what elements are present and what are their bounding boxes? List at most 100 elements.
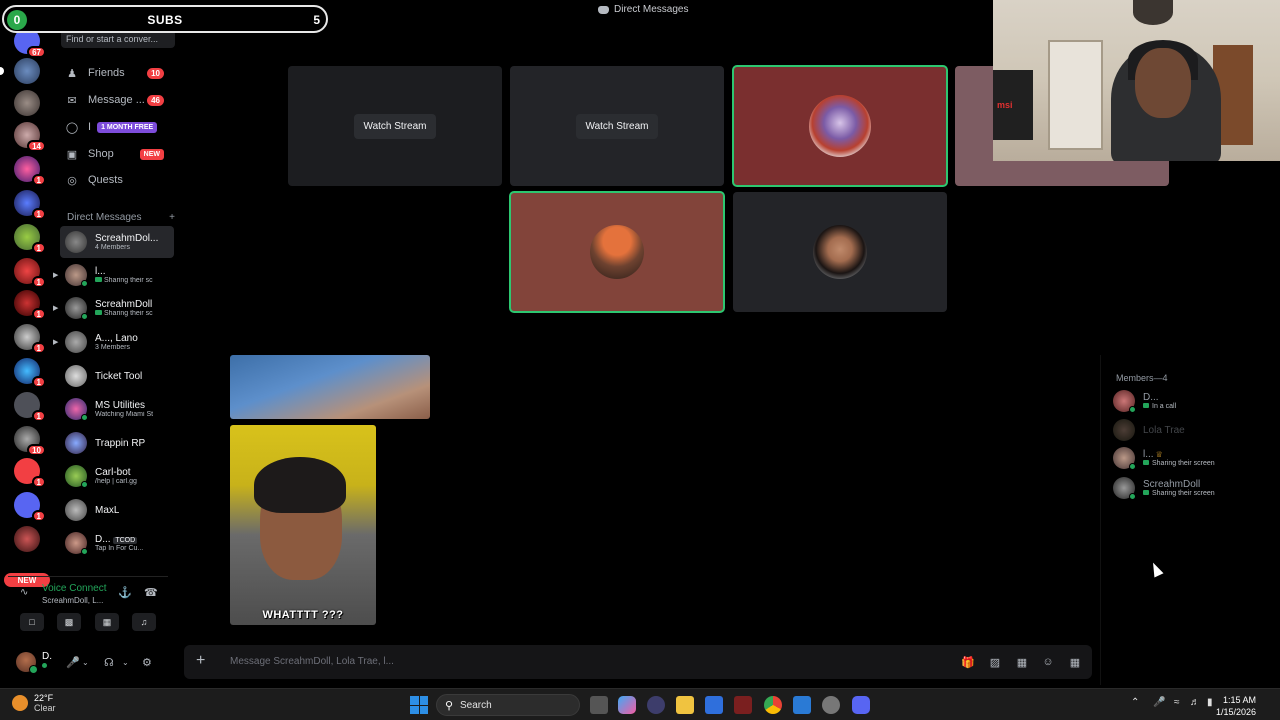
disconnect-icon[interactable]: ☎ xyxy=(144,586,158,599)
activities-button[interactable]: ▦ xyxy=(95,613,119,631)
avatar xyxy=(590,225,644,279)
participant-tile[interactable] xyxy=(732,65,948,187)
member-item[interactable]: ScreahmDoll Sharing their screen xyxy=(1113,475,1273,501)
server-icon[interactable]: 1 xyxy=(14,190,46,220)
voice-channel[interactable]: ScreahmDoll, L... xyxy=(42,596,103,605)
app-icon[interactable] xyxy=(647,696,665,714)
add-attachment-icon[interactable]: + xyxy=(196,653,205,669)
chevron-down-icon[interactable]: ⌄ xyxy=(82,658,89,667)
dm-item[interactable]: Carl-bot/help | carl.gg xyxy=(60,460,174,492)
server-icon[interactable]: 1 xyxy=(14,492,46,522)
server-badge: 1 xyxy=(31,208,46,220)
chevron-down-icon[interactable]: ⌄ xyxy=(122,658,129,667)
server-icon[interactable]: 1 xyxy=(14,156,46,186)
dm-item[interactable]: MS Utilities Watching Miami St xyxy=(60,393,174,425)
weather-widget[interactable]: 22°F Clear xyxy=(12,693,56,713)
nav-message-requests[interactable]: ✉ Message ... 46 xyxy=(60,88,174,112)
nav-nitro[interactable]: ◯ I 1 MONTH FREE xyxy=(60,115,174,139)
server-icon[interactable]: 1 xyxy=(14,258,46,288)
clock-date: 1/15/2026 xyxy=(1215,707,1256,717)
add-dm-button[interactable]: + xyxy=(169,212,175,223)
count-badge: 46 xyxy=(147,94,164,106)
battery-icon[interactable]: ▮ xyxy=(1207,697,1213,708)
server-icon[interactable]: 1 xyxy=(14,458,46,488)
nav-friends[interactable]: ♟ Friends 10 xyxy=(60,61,174,85)
stream-tile[interactable]: Watch Stream xyxy=(510,66,724,186)
headphones-icon[interactable]: ☊ xyxy=(104,656,114,669)
noise-suppression-icon[interactable]: ⚓ xyxy=(118,586,132,599)
nav-shop[interactable]: ▣ Shop NEW xyxy=(60,142,174,166)
dm-item[interactable]: ScreahmDol... 4 Members xyxy=(60,226,174,258)
copilot-icon[interactable] xyxy=(618,696,636,714)
gear-icon[interactable]: ⚙ xyxy=(142,656,152,669)
attachment-gif[interactable]: WHATTTT ??? xyxy=(230,425,376,625)
taskbar-search[interactable]: ⚲ Search xyxy=(436,694,580,716)
chandelier xyxy=(1133,0,1173,25)
store-icon[interactable] xyxy=(705,696,723,714)
watch-stream-button[interactable]: Watch Stream xyxy=(353,113,437,139)
server-icon[interactable]: 1 xyxy=(14,290,46,320)
avatar xyxy=(65,499,87,521)
member-name: Lola Trae xyxy=(1143,424,1185,436)
nav-quests[interactable]: ◎ Quests xyxy=(60,168,174,192)
avatar xyxy=(1113,447,1136,470)
participant-tile[interactable] xyxy=(509,191,725,313)
crown-icon: ♕ xyxy=(1155,450,1163,459)
dm-item[interactable]: Ticket Tool xyxy=(60,360,174,392)
apps-icon[interactable]: ▦ xyxy=(1067,654,1083,670)
server-icon[interactable]: 10 xyxy=(14,426,46,456)
server-icon[interactable]: 1 xyxy=(14,324,46,354)
dm-item[interactable]: D... TCOD Tap In For Cu... xyxy=(60,527,174,559)
chevron-up-icon[interactable]: ⌃ xyxy=(1131,697,1139,708)
windows-start-icon[interactable] xyxy=(410,696,428,714)
task-view-icon[interactable] xyxy=(590,696,608,714)
member-item[interactable]: D... In a call xyxy=(1113,388,1273,414)
dm-header: Direct Messages + xyxy=(67,212,175,223)
dm-item[interactable]: ▶ A..., Lano 3 Members xyxy=(53,326,174,358)
server-icon[interactable]: 1 xyxy=(14,392,46,422)
emoji-icon[interactable]: ☺ xyxy=(1040,654,1056,670)
dm-item[interactable]: Trappin RP xyxy=(60,427,174,459)
camera-button[interactable]: □ xyxy=(20,613,44,631)
settings-app-icon[interactable] xyxy=(822,696,840,714)
mic-tray-icon[interactable]: 🎤 xyxy=(1153,697,1165,708)
server-icon[interactable] xyxy=(14,526,40,552)
clock[interactable]: 1:15 AM 1/15/2026 xyxy=(1216,694,1256,718)
message-input[interactable]: Message ScreahmDoll, Lola Trae, l... xyxy=(230,656,394,667)
server-icon[interactable] xyxy=(14,90,40,116)
avatar xyxy=(65,297,88,320)
member-item[interactable]: l... ♕ Sharing their screen xyxy=(1113,445,1273,471)
msi-app-icon[interactable] xyxy=(734,696,752,714)
watch-stream-button[interactable]: Watch Stream xyxy=(575,113,659,139)
gift-icon[interactable]: 🎁 xyxy=(960,654,976,670)
attachment-image[interactable] xyxy=(230,355,430,419)
avatar[interactable] xyxy=(16,652,38,674)
sticker-icon[interactable]: ▦ xyxy=(1014,654,1030,670)
participant-tile[interactable] xyxy=(733,192,947,312)
chrome-icon[interactable] xyxy=(764,696,782,714)
moon-icon xyxy=(12,695,28,711)
dm-item[interactable]: ▶ l... Sharing their sc xyxy=(53,259,174,291)
discord-taskbar-icon[interactable] xyxy=(852,696,870,714)
server-icon[interactable]: 14 xyxy=(14,122,46,152)
mic-icon[interactable]: 🎤 xyxy=(66,656,80,669)
server-icon[interactable]: 1 xyxy=(14,224,46,254)
outlook-icon[interactable] xyxy=(793,696,811,714)
dm-item[interactable]: MaxL xyxy=(60,494,174,526)
file-explorer-icon[interactable] xyxy=(676,696,694,714)
voice-indicator-icon: ▶ xyxy=(53,305,59,312)
discord-icon xyxy=(598,5,609,14)
gif-icon[interactable]: ▨ xyxy=(987,654,1003,670)
volume-icon[interactable]: ♬ xyxy=(1190,697,1200,708)
wifi-icon[interactable]: ≈ xyxy=(1174,697,1180,708)
message-composer[interactable]: + Message ScreahmDoll, Lola Trae, l... 🎁… xyxy=(184,645,1092,679)
member-item[interactable]: Lola Trae xyxy=(1113,417,1273,443)
server-icon[interactable]: 1 xyxy=(14,358,46,388)
screen-share-icon xyxy=(95,310,102,315)
soundboard-button[interactable]: ♫ xyxy=(132,613,156,631)
screen-share-button[interactable]: ▩ xyxy=(57,613,81,631)
stream-tile[interactable]: Watch Stream xyxy=(288,66,502,186)
user-panel: D. 🎤 ⌄ ☊ ⌄ ⚙ xyxy=(8,646,170,676)
dm-item[interactable]: ▶ ScreahmDoll Sharing their sc xyxy=(53,292,174,324)
server-icon[interactable] xyxy=(0,58,40,84)
